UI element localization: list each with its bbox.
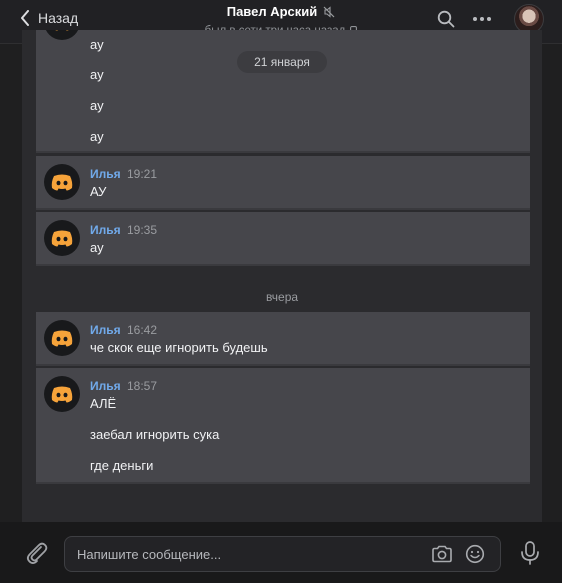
discord-icon [51,174,73,191]
message[interactable]: Илья 19:21 АУ [36,156,530,210]
message[interactable]: Илья 19:35 ау [36,212,530,266]
message-composer [0,522,562,583]
avatar[interactable] [44,220,80,256]
camera-button[interactable] [430,542,454,566]
microphone-icon [521,541,539,565]
chat-title: Павел Арский [227,4,336,19]
message-text: ау [90,240,104,255]
smile-icon [465,544,485,564]
message-text: ау [90,129,104,144]
author-name[interactable]: Илья [90,167,121,181]
contact-name: Павел Арский [226,4,318,19]
message-text: че скок еще игнорить будешь [90,340,268,355]
attach-button[interactable] [24,540,50,566]
message-text: заебал игнорить сука [90,427,220,442]
message-text: где деньги [90,458,154,473]
author-name[interactable]: Илья [90,323,121,337]
message[interactable]: Илья 18:57 АЛЁ заебал игнорить сука где … [36,368,530,484]
discord-icon [51,330,73,347]
paperclip-icon [26,542,48,565]
author-name[interactable]: Илья [90,379,121,393]
message-text: ау [90,37,104,52]
message-group: ау ау ау ау [36,30,530,153]
message-history[interactable]: ау ау ау ау 21 января Илья 19:21 АУ Илья… [22,30,542,522]
message-text: АУ [90,184,107,199]
date-separator: вчера [265,290,299,304]
avatar [44,30,80,40]
discord-icon [55,30,69,31]
avatar[interactable] [44,164,80,200]
date-pill: 21 января [237,51,327,73]
camera-icon [432,545,452,563]
message-text: ау [90,67,104,82]
message-text: ау [90,98,104,113]
discord-icon [51,230,73,247]
back-arrow-icon [21,10,29,26]
muted-icon [323,5,335,18]
message-time: 18:57 [127,379,158,393]
voice-message-button[interactable] [518,540,542,566]
message-time: 19:21 [127,167,158,181]
avatar[interactable] [44,376,80,412]
avatar[interactable] [44,320,80,356]
search-button[interactable] [435,8,457,30]
message-text: АЛЁ [90,396,117,411]
author-name[interactable]: Илья [90,223,121,237]
message[interactable]: Илья 16:42 че скок еще игнорить будешь [36,312,530,366]
more-button[interactable] [471,8,493,30]
search-icon [437,10,455,28]
message-time: 19:35 [127,223,158,237]
message-time: 16:42 [127,323,158,337]
discord-icon [51,386,73,403]
more-icon [473,17,491,21]
back-button[interactable]: Назад [20,6,78,30]
back-label: Назад [38,10,79,26]
emoji-button[interactable] [463,542,487,566]
